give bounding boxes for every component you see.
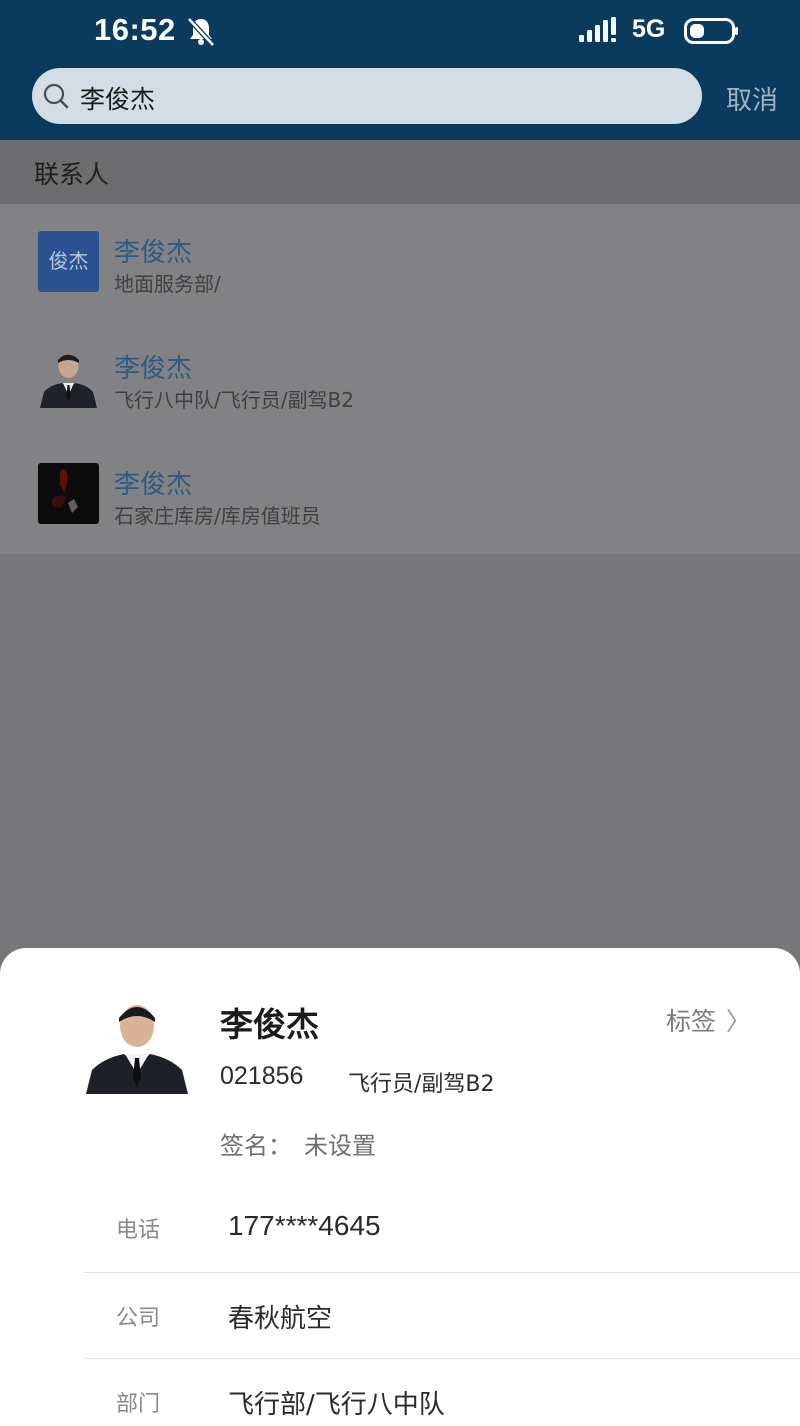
- contact-name-heading: 李俊杰: [220, 1005, 319, 1044]
- avatar: [38, 463, 99, 524]
- employee-role: 飞行员/副驾B2: [348, 1072, 495, 1097]
- signature-value: 未设置: [304, 1132, 376, 1160]
- field-label: 部门: [116, 1392, 161, 1417]
- contact-dept: 飞行八中队/飞行员/副驾B2: [114, 388, 354, 412]
- contact-name: 李俊杰: [114, 354, 193, 384]
- chevron-right-icon: 〉: [726, 1007, 752, 1036]
- company-value: 春秋航空: [228, 1304, 333, 1334]
- avatar-text: 俊杰: [38, 231, 99, 292]
- company-row: 公司 春秋航空: [84, 1274, 800, 1360]
- field-label: 公司: [116, 1306, 161, 1331]
- contact-avatar: [84, 994, 190, 1094]
- top-bar: 16:52 5G 李俊杰 取消: [0, 0, 800, 140]
- field-label: 电话: [116, 1218, 161, 1243]
- search-icon: [43, 83, 69, 109]
- signature-label: 签名：: [220, 1132, 292, 1160]
- search-input[interactable]: 李俊杰: [32, 68, 702, 124]
- network-type: 5G: [632, 15, 666, 43]
- list-item[interactable]: 俊杰 李俊杰 地面服务部/: [0, 204, 800, 320]
- contact-dept: 石家庄库房/库房值班员: [114, 504, 321, 528]
- divider: [84, 1358, 800, 1359]
- contact-name: 李俊杰: [114, 238, 193, 268]
- section-title: 联系人: [34, 160, 110, 189]
- divider: [84, 1272, 800, 1273]
- avatar: [38, 347, 99, 408]
- battery-icon: [684, 18, 738, 44]
- section-header: 联系人: [0, 140, 800, 204]
- bell-muted-icon: [187, 17, 215, 47]
- phone-value: 177****4645: [228, 1210, 381, 1241]
- contact-card: 李俊杰 标签 〉 021856 飞行员/副驾B2 签名： 未设置 电话 177**…: [0, 948, 800, 1426]
- contact-name: 李俊杰: [114, 470, 193, 500]
- search-query: 李俊杰: [80, 85, 156, 114]
- avatar: 俊杰: [38, 231, 99, 292]
- signal-icon: [579, 17, 616, 42]
- employee-id: 021856: [220, 1062, 304, 1090]
- status-time: 16:52: [94, 12, 176, 47]
- department-value: 飞行部/飞行八中队: [228, 1390, 445, 1420]
- list-item[interactable]: 李俊杰 石家庄库房/库房值班员: [0, 436, 800, 552]
- tag-button[interactable]: 标签 〉: [666, 1002, 751, 1038]
- department-row: 部门 飞行部/飞行八中队: [84, 1360, 800, 1426]
- cancel-button[interactable]: 取消: [726, 80, 778, 117]
- list-item[interactable]: 李俊杰 飞行八中队/飞行员/副驾B2: [0, 320, 800, 436]
- tag-label: 标签: [666, 1007, 717, 1036]
- contact-dept: 地面服务部/: [114, 272, 221, 296]
- results-list: 俊杰 李俊杰 地面服务部/ 李俊杰 飞行八中队/飞行员/副驾B2 李俊杰 石家庄…: [0, 204, 800, 554]
- phone-row[interactable]: 电话 177****4645: [84, 1186, 800, 1272]
